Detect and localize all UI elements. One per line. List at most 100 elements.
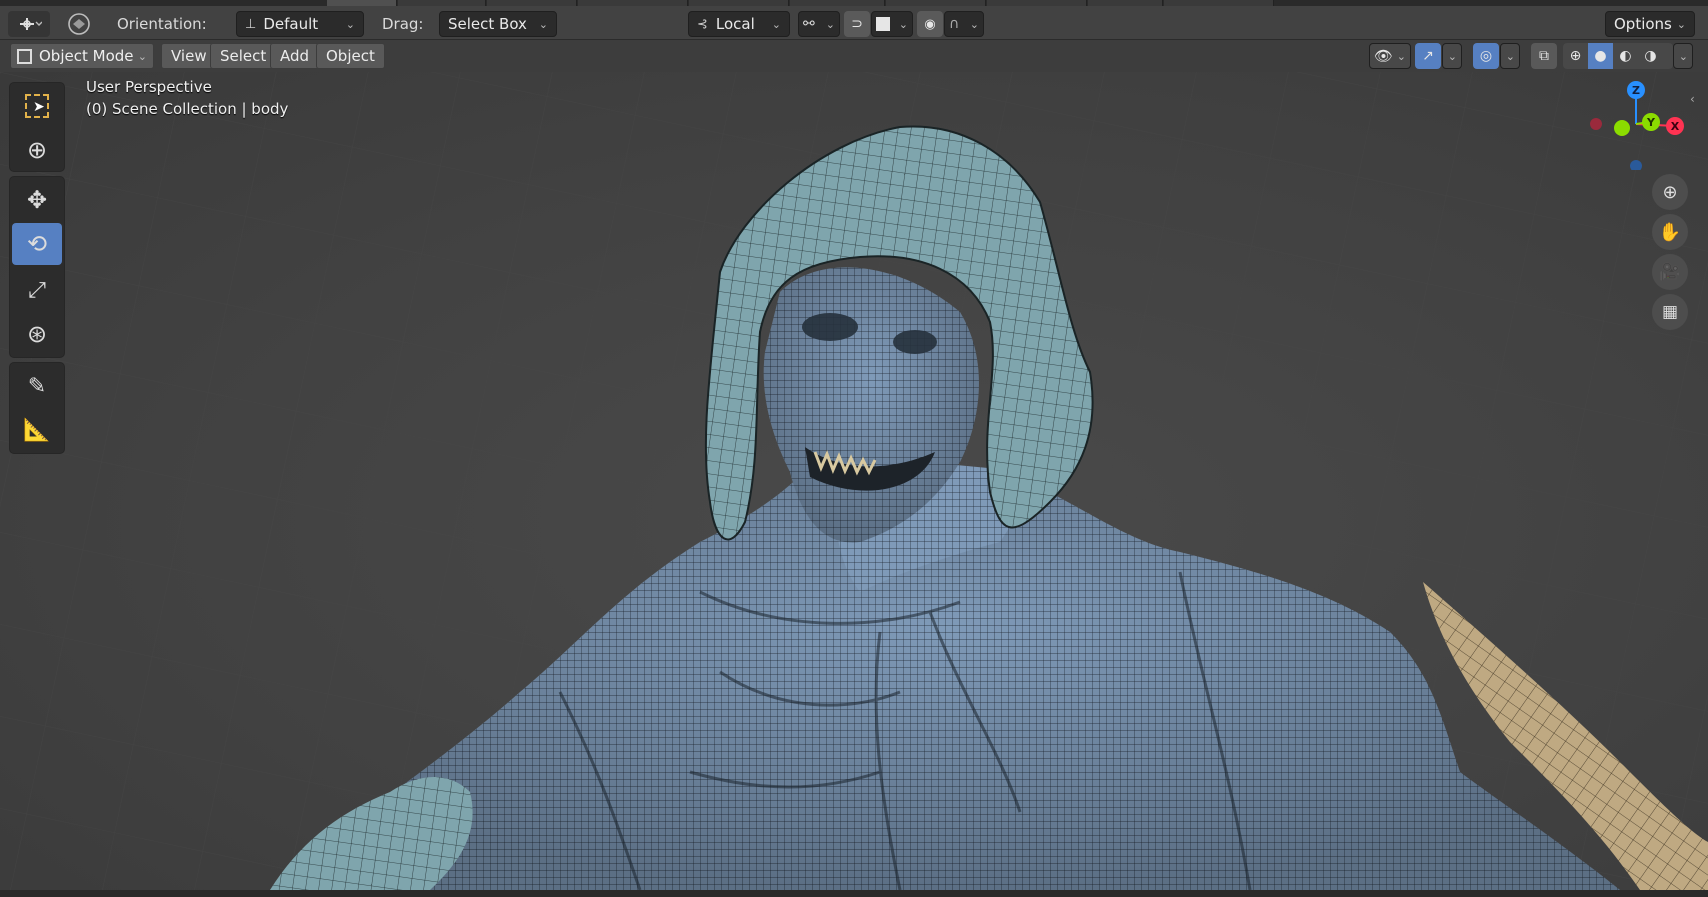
- navigation-gizmo[interactable]: Z X Y: [1586, 80, 1686, 172]
- tool-group-transform: ✥ ⟲ ⤢ ⊛: [9, 176, 65, 358]
- chevron-down-icon: ⌄: [137, 49, 147, 63]
- workspace-tab[interactable]: [689, 0, 789, 6]
- snap-element-dropdown[interactable]: ⌄: [871, 11, 913, 37]
- tool-header: Orientation: ⊥ Default ⌄ Drag: Select Bo…: [0, 0, 1708, 40]
- overlays-toggle-button[interactable]: ◎: [1473, 43, 1499, 69]
- chevron-down-icon: ⌄: [345, 17, 355, 31]
- object-menu[interactable]: Object: [316, 43, 385, 69]
- gizmo-toggle-button[interactable]: ↗: [1415, 43, 1441, 69]
- z-axis-label: Z: [1632, 83, 1640, 97]
- measure-tool[interactable]: 📐: [12, 409, 62, 451]
- mode-label: Object Mode: [39, 47, 134, 65]
- workspace-tab[interactable]: [398, 0, 486, 6]
- workspace-tab[interactable]: [487, 0, 577, 6]
- select-menu-label: Select: [220, 47, 267, 65]
- chevron-down-icon: ⌄: [898, 17, 908, 31]
- proportional-edit-icon: ◉: [924, 16, 936, 32]
- chevron-down-icon: ⌄: [538, 17, 548, 31]
- editor-type-button[interactable]: [8, 11, 50, 37]
- x-axis-handle[interactable]: X: [1666, 117, 1684, 135]
- workspace-tab[interactable]: [987, 0, 1087, 6]
- pivot-point-dropdown[interactable]: ⊰ Local ⌄: [688, 11, 790, 37]
- zoom-button[interactable]: ⊕: [1652, 174, 1688, 210]
- snap-toggle-button[interactable]: ⊃: [844, 11, 870, 37]
- status-bar: [0, 890, 1708, 897]
- workspace-tab[interactable]: [327, 0, 397, 6]
- view-name-label: User Perspective: [86, 78, 212, 96]
- y-axis-handle[interactable]: Y: [1642, 113, 1660, 131]
- view-menu-label: View: [171, 47, 207, 65]
- rotate-icon: ⟲: [26, 230, 48, 258]
- wireframe-shading-icon[interactable]: ⊕: [1563, 48, 1588, 64]
- transform-tool-icon[interactable]: [60, 11, 98, 37]
- chevron-down-icon: ⌄: [1676, 17, 1686, 31]
- workspace-tab[interactable]: [790, 0, 885, 6]
- workspace-tab-strip: [0, 0, 1708, 6]
- solid-shading-icon[interactable]: ●: [1588, 43, 1613, 69]
- orientation-dropdown[interactable]: ⊥ Default ⌄: [236, 11, 364, 37]
- add-menu-label: Add: [280, 47, 310, 65]
- move-icon: ✥: [26, 186, 48, 214]
- select-box-icon: ➤: [25, 94, 49, 118]
- z-axis-handle[interactable]: Z: [1627, 81, 1645, 99]
- perspective-toggle-button[interactable]: ▦: [1652, 294, 1688, 330]
- cursor-icon: ⊕: [26, 136, 48, 164]
- chevron-down-icon: ⌄: [825, 17, 835, 31]
- options-dropdown[interactable]: Options ⌄: [1605, 11, 1695, 37]
- overlays-dropdown[interactable]: ⌄: [1500, 43, 1520, 69]
- y-axis-label: Y: [1647, 115, 1655, 129]
- measure-icon: 📐: [23, 417, 51, 443]
- xray-icon: ⧉: [1539, 48, 1549, 64]
- workspace-tab[interactable]: [886, 0, 986, 6]
- rotate-tool[interactable]: ⟲: [12, 223, 62, 265]
- move-tool[interactable]: ✥: [12, 179, 62, 221]
- xray-toggle-button[interactable]: ⧉: [1531, 43, 1557, 69]
- chevron-down-icon: ⌄: [1505, 49, 1515, 63]
- 3d-viewport[interactable]: User Perspective (0) Scene Collection | …: [0, 72, 1708, 890]
- pivot-value: Local: [715, 15, 755, 33]
- camera-view-button[interactable]: 🎥: [1652, 254, 1688, 290]
- tool-group-annotate: ✎ 📐: [9, 362, 65, 454]
- chevron-down-icon: ⌄: [1678, 49, 1688, 63]
- tool-group-select: ➤ ⊕: [9, 82, 65, 172]
- select-box-tool[interactable]: ➤: [12, 85, 62, 127]
- add-menu[interactable]: Add: [270, 43, 320, 69]
- proportional-edit-button[interactable]: ◉: [917, 11, 943, 37]
- pivot-local-icon: ⊰: [697, 16, 708, 32]
- gizmo-icon: ↗: [1422, 48, 1434, 64]
- annotate-tool[interactable]: ✎: [12, 365, 62, 407]
- transform-tool[interactable]: ⊛: [12, 313, 62, 355]
- increment-square-icon: [876, 17, 890, 31]
- gizmo-dropdown[interactable]: ⌄: [1442, 43, 1462, 69]
- orientation-axes-icon: ⊥: [245, 16, 257, 32]
- drag-label: Drag:: [382, 15, 424, 33]
- falloff-dropdown[interactable]: ∩ ⌄: [944, 11, 984, 37]
- select-menu[interactable]: Select: [210, 43, 277, 69]
- scale-tool[interactable]: ⤢: [12, 269, 62, 311]
- snap-target-dropdown[interactable]: ⚯ ⌄: [798, 11, 840, 37]
- workspace-tab[interactable]: [1088, 0, 1163, 6]
- sidebar-toggle-arrow[interactable]: ‹: [1690, 92, 1702, 108]
- annotate-icon: ✎: [27, 373, 47, 399]
- pan-button[interactable]: ✋: [1652, 214, 1688, 250]
- transform-icon: ⊛: [26, 320, 48, 348]
- options-label: Options: [1614, 15, 1672, 33]
- chevron-down-icon: ⌄: [771, 17, 781, 31]
- drag-value: Select Box: [448, 15, 527, 33]
- cursor-tool[interactable]: ⊕: [12, 129, 62, 171]
- view-menu[interactable]: View: [161, 43, 217, 69]
- hand-icon: ✋: [1658, 221, 1682, 243]
- scale-icon: ⤢: [28, 277, 46, 303]
- workspace-tab[interactable]: [578, 0, 688, 6]
- material-shading-icon[interactable]: ◐: [1613, 48, 1638, 64]
- chevron-down-icon: ⌄: [1447, 49, 1457, 63]
- orientation-label: Orientation:: [117, 15, 207, 33]
- shading-dropdown[interactable]: ⌄: [1673, 43, 1693, 69]
- visibility-dropdown[interactable]: 👁 ⌄: [1369, 43, 1411, 69]
- workspace-tab[interactable]: [1164, 0, 1274, 6]
- drag-dropdown[interactable]: Select Box ⌄: [439, 11, 557, 37]
- zoom-icon: ⊕: [1662, 181, 1678, 203]
- magnet-icon: ⊃: [851, 16, 863, 32]
- rendered-shading-icon[interactable]: ◑: [1638, 48, 1663, 64]
- mode-dropdown[interactable]: Object Mode ⌄: [10, 43, 154, 69]
